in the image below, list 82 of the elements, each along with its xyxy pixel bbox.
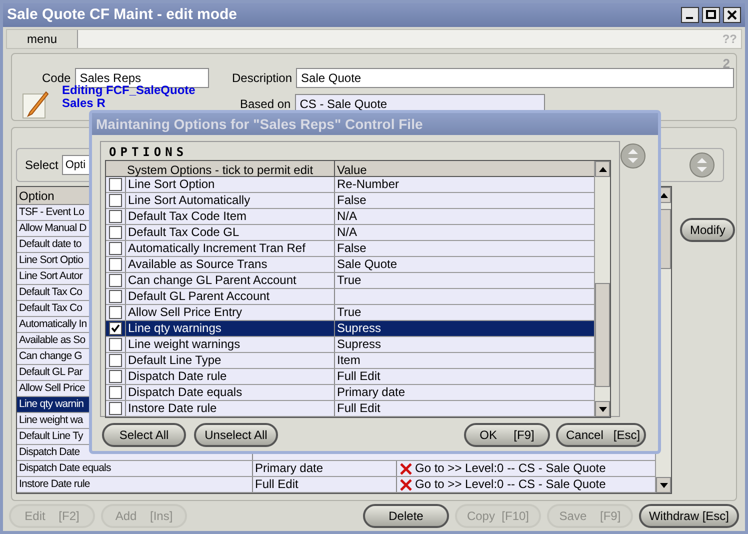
value-cell-text: True xyxy=(336,273,362,288)
checkbox[interactable] xyxy=(109,226,122,239)
action-button[interactable]: Withdraw [Esc] xyxy=(638,504,739,528)
value-cell-text: True xyxy=(336,305,362,320)
scrollbar[interactable] xyxy=(594,161,610,417)
checkbox[interactable] xyxy=(109,338,122,351)
option-cell: Dispatch Date equals xyxy=(126,385,335,400)
option-cell: Default GL Parent Account xyxy=(126,289,335,304)
ok-button[interactable]: OK [F9] xyxy=(464,423,550,447)
checkbox[interactable] xyxy=(109,274,122,287)
option-cell: Can change GL Parent Account xyxy=(126,273,335,288)
option-cell: Default Tax Code GL xyxy=(126,225,335,240)
value-cell-text: N/A xyxy=(336,209,358,224)
value-cell-text: Supress xyxy=(336,337,382,352)
checkbox[interactable] xyxy=(109,306,122,319)
value-cell-text: False xyxy=(336,193,368,208)
value-cell-text: Full Edit xyxy=(336,369,382,384)
table-cell: Dispatch Date equals xyxy=(17,461,253,476)
option-cell: Default Tax Code Item xyxy=(126,209,335,224)
window-title: Sale Quote CF Maint - edit mode xyxy=(7,4,238,25)
up-arrow-icon[interactable] xyxy=(660,192,668,198)
editing-sublabel: Sales R xyxy=(62,97,106,110)
action-button[interactable]: Delete xyxy=(362,504,449,528)
option-cell: Instore Date rule xyxy=(126,401,335,416)
option-cell: Line Sort Automatically xyxy=(126,193,335,208)
select-button[interactable]: Unselect All xyxy=(194,423,278,447)
scrollbar-thumb[interactable] xyxy=(595,283,610,387)
check-icon xyxy=(111,324,120,333)
checkbox[interactable] xyxy=(109,210,122,223)
checkbox[interactable] xyxy=(109,194,122,207)
down-arrow-icon[interactable] xyxy=(598,406,606,412)
checkbox[interactable] xyxy=(109,370,122,383)
table-cell: Primary date xyxy=(253,461,397,476)
description-label: Description xyxy=(232,70,292,87)
cancel-button[interactable]: Cancel [Esc] xyxy=(556,423,646,447)
menu-tab[interactable]: menu xyxy=(7,30,78,48)
table-cell: Instore Date rule xyxy=(17,477,253,492)
dialog-title: Maintaning Options for "Sales Reps" Control File xyxy=(96,114,423,134)
scroll-arrows-icon[interactable] xyxy=(620,143,646,169)
value-cell-text: Sale Quote xyxy=(336,257,398,272)
up-arrow-icon[interactable] xyxy=(598,166,606,172)
level-link[interactable]: Go to >> Level:0 -- CS - Sale Quote xyxy=(415,477,606,492)
option-cell: Available as Source Trans xyxy=(126,257,335,272)
checkbox[interactable] xyxy=(109,386,122,399)
checkbox[interactable] xyxy=(109,402,122,415)
based-on-label: Based on xyxy=(240,96,291,113)
checkbox[interactable] xyxy=(109,290,122,303)
scroll-arrows-icon[interactable] xyxy=(689,152,715,178)
down-arrow-icon[interactable] xyxy=(660,482,668,488)
cross-icon xyxy=(399,462,413,476)
minimize-icon[interactable] xyxy=(681,7,699,23)
checkbox[interactable] xyxy=(109,322,122,335)
select-button[interactable]: Select All xyxy=(102,423,186,447)
option-cell: Automatically Increment Tran Ref xyxy=(126,241,335,256)
value-cell-text: Full Edit xyxy=(336,401,382,416)
cross-icon xyxy=(399,478,413,492)
column-header: System Options - tick to permit edit xyxy=(106,161,335,176)
column-header: Value xyxy=(336,162,368,176)
description-field[interactable]: Sale Quote xyxy=(296,68,734,88)
option-cell: Default Line Type xyxy=(126,353,335,368)
option-cell: Line Sort Option xyxy=(126,177,335,192)
value-cell-text: Supress xyxy=(336,321,382,336)
value-cell-text: N/A xyxy=(336,225,358,240)
value-cell-text: Primary date xyxy=(336,385,406,400)
section-title: OPTIONS xyxy=(109,144,188,161)
option-cell: Line qty warnings xyxy=(126,321,335,336)
value-cell-text: False xyxy=(336,241,368,256)
code-label: Code xyxy=(42,70,71,85)
option-cell: Line weight warnings xyxy=(126,337,335,352)
value-cell-text: Item xyxy=(336,353,362,368)
checkbox[interactable] xyxy=(109,178,122,191)
modify-button[interactable]: Modify xyxy=(680,218,736,242)
option-cell: Allow Sell Price Entry xyxy=(126,305,335,320)
maximize-icon[interactable] xyxy=(702,7,720,23)
checkbox[interactable] xyxy=(109,258,122,271)
option-cell: Dispatch Date rule xyxy=(126,369,335,384)
checkbox[interactable] xyxy=(109,354,122,367)
level-link[interactable]: Go to >> Level:0 -- CS - Sale Quote xyxy=(415,461,606,476)
checkbox[interactable] xyxy=(109,242,122,255)
select-label: Select xyxy=(25,157,58,174)
table-cell: Full Edit xyxy=(253,477,397,492)
close-icon[interactable] xyxy=(723,7,741,23)
